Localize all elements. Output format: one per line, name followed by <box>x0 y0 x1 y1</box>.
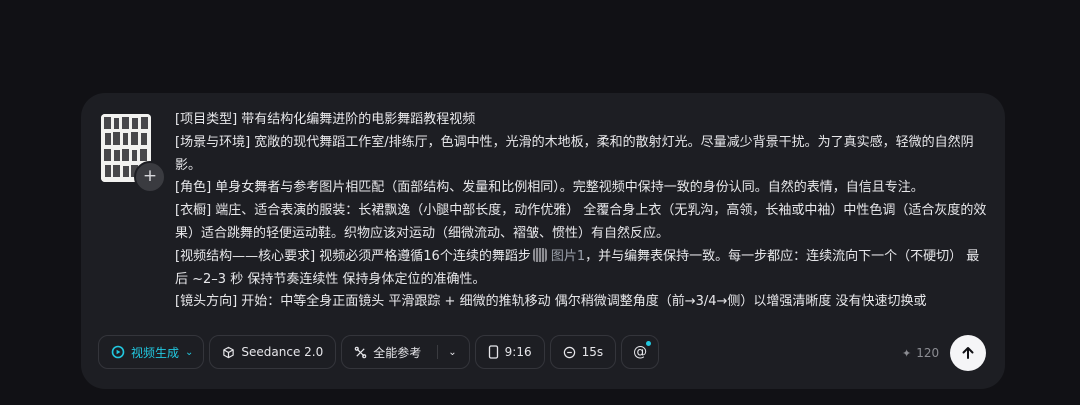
chevron-down-icon: ⌄ <box>185 346 194 358</box>
model-select-button[interactable]: Seedance 2.0 <box>209 335 337 369</box>
prompt-textarea[interactable]: [项目类型] 带有结构化编舞进阶的电影舞蹈教程视频 [场景与环境] 宽敞的现代舞… <box>175 109 991 321</box>
credits-indicator: ✦ 120 <box>902 346 939 360</box>
prompt-line-character: [角色] 单身女舞者与参考图片相匹配（面部结构、发量和比例相同）。完整视频中保持… <box>175 180 924 196</box>
composer-toolbar: 视频生成 ⌄ Seedance 2.0 全能参考 ⌄ 9:16 15s @ <box>98 335 660 371</box>
prompt-line-wardrobe: [衣橱] 端庄、适合表演的服装：长裙飘逸（小腿中部长度，动作优雅） 全覆合身上衣… <box>175 203 987 241</box>
prompt-line-project-type: [项目类型] 带有结构化编舞进阶的电影舞蹈教程视频 <box>175 112 476 127</box>
model-label: Seedance 2.0 <box>241 345 324 359</box>
mode-label: 视频生成 <box>131 345 180 360</box>
add-image-button[interactable]: + <box>134 161 166 193</box>
divider <box>437 345 439 359</box>
prompt-line-structure: [视频结构——核心要求] 视频必须严格遵循16个连续的舞蹈步 图片1，并与编舞表保… <box>175 246 991 292</box>
sparkle-reference-icon <box>354 346 367 358</box>
structure-text-before: [视频结构——核心要求] 视频必须严格遵循16个连续的舞蹈步 <box>175 248 531 264</box>
cube-icon <box>223 346 235 358</box>
credits-value: 120 <box>916 346 940 360</box>
plus-icon: + <box>142 166 158 186</box>
duration-button[interactable]: 15s <box>549 335 617 369</box>
mention-button[interactable]: @ <box>621 335 660 369</box>
clock-icon <box>563 346 575 358</box>
reference-select-button[interactable]: 全能参考 ⌄ <box>341 335 470 369</box>
aspect-ratio-button[interactable]: 9:16 <box>474 335 545 369</box>
arrow-up-icon <box>962 347 974 359</box>
duration-label: 15s <box>581 345 604 359</box>
reference-label: 全能参考 <box>373 345 422 360</box>
chevron-down-icon: ⌄ <box>448 346 457 358</box>
inline-image-icon <box>532 247 547 262</box>
video-generate-icon <box>111 345 125 359</box>
prompt-line-scene: [场景与环境] 宽敞的现代舞蹈工作室/排练厅，色调中性，光滑的木地板，柔和的散射… <box>175 134 974 173</box>
notification-dot <box>646 341 652 346</box>
send-button[interactable] <box>950 335 986 371</box>
phone-portrait-icon <box>488 345 498 359</box>
reference-image-slot[interactable]: + <box>101 114 166 193</box>
prompt-composer: + [项目类型] 带有结构化编舞进阶的电影舞蹈教程视频 [场景与环境] 宽敞的现… <box>81 93 1005 389</box>
sparkle-icon: ✦ <box>902 346 912 360</box>
prompt-line-camera: [镜头方向] 开始：中等全身正面镜头 平滑跟踪 + 细微的推轨移动 偶尔稍微调整… <box>175 294 927 310</box>
aspect-ratio-label: 9:16 <box>504 345 532 359</box>
image-reference-tag[interactable]: 图片1 <box>551 249 585 264</box>
at-icon: @ <box>633 344 648 360</box>
mode-select-button[interactable]: 视频生成 ⌄ <box>98 335 205 369</box>
